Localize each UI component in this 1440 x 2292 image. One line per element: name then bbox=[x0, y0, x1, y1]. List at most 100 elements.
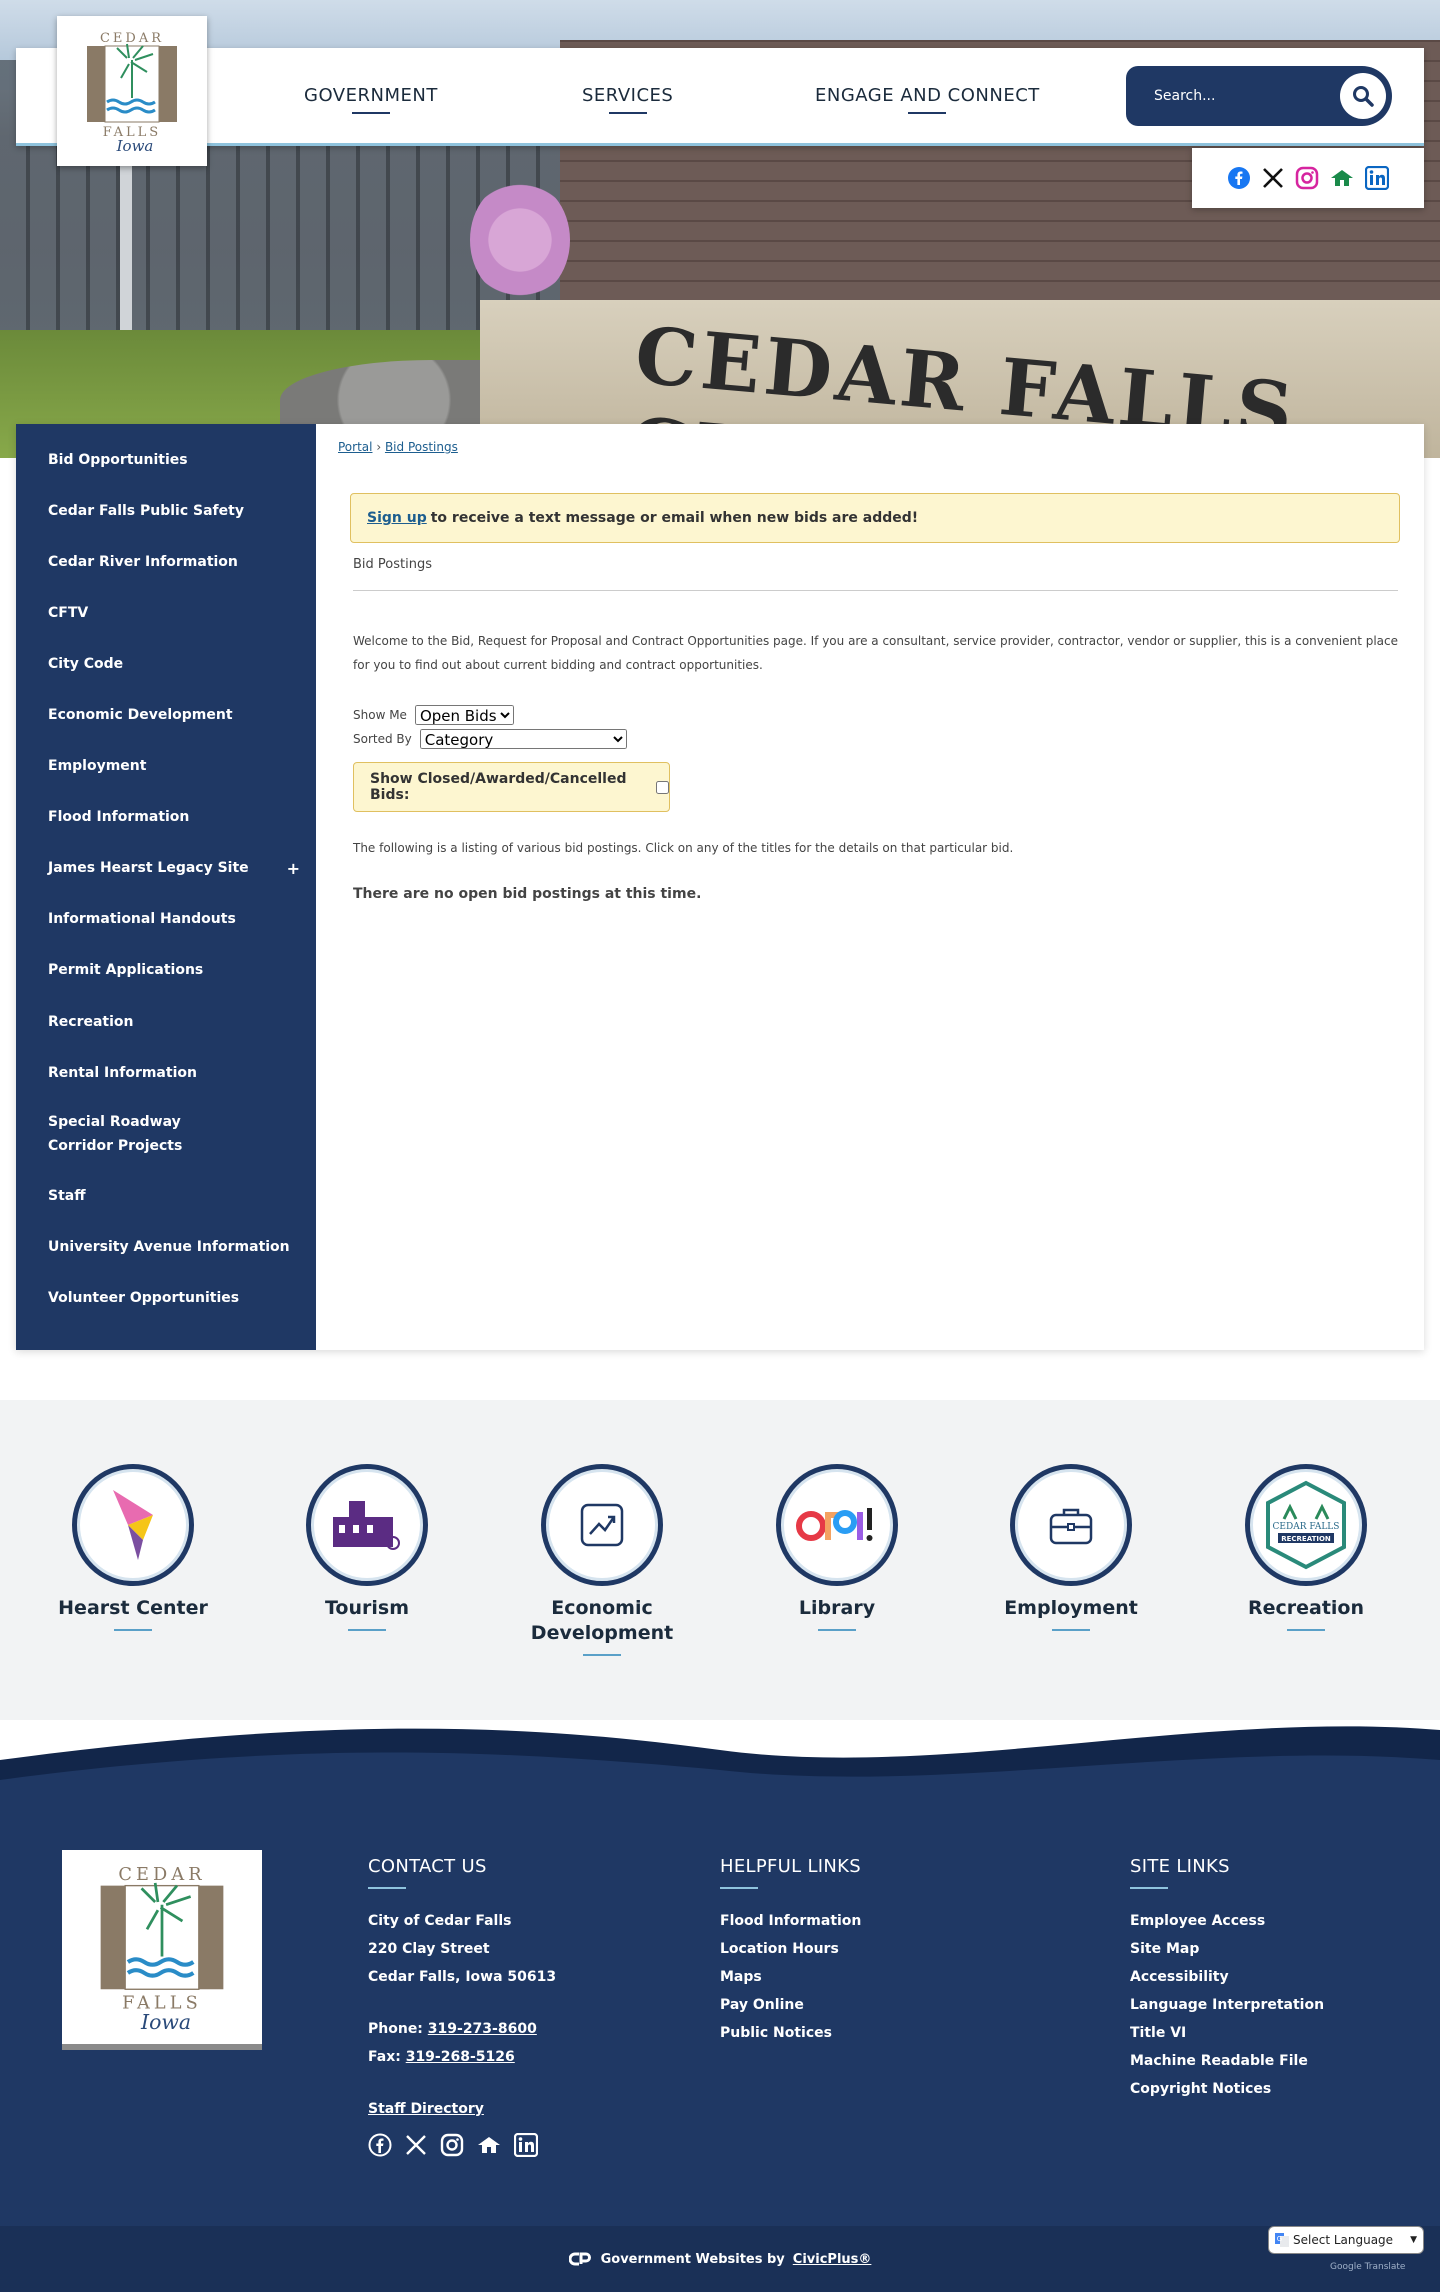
nav-government[interactable]: GOVERNMENT bbox=[304, 85, 438, 114]
sidebar-item-cftv[interactable]: CFTV bbox=[16, 587, 316, 638]
sidebar-item-label: Permit Applications bbox=[48, 962, 204, 979]
sidebar-item-staff[interactable]: Staff bbox=[16, 1170, 316, 1221]
svg-text:Iowa: Iowa bbox=[116, 137, 154, 154]
footer-heading-underline bbox=[368, 1887, 406, 1889]
footer-link-title-vi[interactable]: Title VI bbox=[1130, 2019, 1324, 2047]
footer-staff-directory: Staff Directory bbox=[368, 2095, 556, 2123]
quick-link-label: Employment bbox=[1004, 1597, 1138, 1619]
facebook-icon[interactable] bbox=[368, 2133, 392, 2157]
footer-fax-link[interactable]: 319-268-5126 bbox=[406, 2049, 515, 2065]
chevron-down-icon: ▼ bbox=[1410, 2235, 1417, 2245]
breadcrumb-portal-link[interactable]: Portal bbox=[338, 440, 372, 454]
footer-fax-label: Fax: bbox=[368, 2049, 401, 2065]
footer-phone-link[interactable]: 319-273-8600 bbox=[428, 2021, 537, 2037]
sidebar-item-label: Flood Information bbox=[48, 809, 190, 826]
site-logo[interactable]: CEDAR FALLS Iowa bbox=[57, 16, 207, 166]
signup-notice: Sign up to receive a text message or ema… bbox=[350, 493, 1400, 543]
sidebar-item-james-hearst[interactable]: James Hearst Legacy Site + bbox=[16, 843, 316, 894]
quick-link-underline bbox=[114, 1629, 152, 1631]
sidebar-item-informational-handouts[interactable]: Informational Handouts bbox=[16, 894, 316, 945]
instagram-icon[interactable] bbox=[440, 2133, 464, 2157]
nav-services[interactable]: SERVICES bbox=[582, 85, 673, 114]
footer-link-copyright-notices[interactable]: Copyright Notices bbox=[1130, 2075, 1324, 2103]
bottom-bar: Government Websites by CivicPlus® bbox=[0, 2226, 1440, 2292]
quick-link-tourism[interactable]: Tourism bbox=[262, 1464, 472, 1631]
civicplus-link[interactable]: CivicPlus® bbox=[793, 2252, 872, 2267]
search-button[interactable] bbox=[1340, 73, 1386, 119]
sidebar-item-cedar-river[interactable]: Cedar River Information bbox=[16, 536, 316, 587]
expand-toggle[interactable]: + bbox=[287, 859, 300, 878]
sidebar-item-label: City Code bbox=[48, 655, 124, 672]
sidebar-item-university-avenue[interactable]: University Avenue Information bbox=[16, 1221, 316, 1272]
signup-link[interactable]: Sign up bbox=[367, 510, 427, 526]
sidebar-item-label: Economic Development bbox=[48, 707, 233, 724]
sidebar-item-label: Bid Opportunities bbox=[48, 451, 188, 468]
economic-development-icon bbox=[541, 1464, 663, 1586]
x-icon[interactable] bbox=[404, 2133, 428, 2157]
sorted-by-select[interactable]: Category bbox=[419, 729, 627, 749]
footer-link-public-notices[interactable]: Public Notices bbox=[720, 2019, 861, 2047]
bid-postings-content: Portal › Bid Postings Sign up to receive… bbox=[338, 440, 1400, 902]
linkedin-icon[interactable] bbox=[1365, 166, 1389, 190]
linkedin-icon[interactable] bbox=[514, 2133, 538, 2157]
quick-link-library[interactable]: Library bbox=[732, 1464, 942, 1631]
sidebar-item-label: Rental Information bbox=[48, 1064, 197, 1081]
show-me-select[interactable]: Open Bids bbox=[414, 705, 514, 725]
nextdoor-icon[interactable] bbox=[476, 2133, 502, 2157]
sidebar-item-recreation[interactable]: Recreation bbox=[16, 996, 316, 1047]
sidebar-item-flood-information[interactable]: Flood Information bbox=[16, 792, 316, 843]
hero-tree bbox=[470, 180, 570, 300]
bottom-bar-text: Government Websites by bbox=[600, 2251, 785, 2267]
footer-link-employee-access[interactable]: Employee Access bbox=[1130, 1907, 1324, 1935]
sidebar-item-employment[interactable]: Employment bbox=[16, 741, 316, 792]
footer-link-pay-online[interactable]: Pay Online bbox=[720, 1991, 861, 2019]
sidebar-item-public-safety[interactable]: Cedar Falls Public Safety bbox=[16, 485, 316, 536]
nextdoor-icon[interactable] bbox=[1329, 166, 1355, 190]
language-select-label: Select Language bbox=[1293, 2233, 1394, 2247]
sidebar-item-label: Staff bbox=[48, 1187, 86, 1204]
footer-logo[interactable]: CEDAR FALLS Iowa bbox=[62, 1850, 262, 2050]
quick-link-hearst-center[interactable]: Hearst Center bbox=[28, 1464, 238, 1631]
show-me-label: Show Me bbox=[353, 708, 407, 722]
quick-link-recreation[interactable]: CEDAR FALLS RECREATION Recreation bbox=[1201, 1464, 1411, 1631]
closed-bids-checkbox[interactable] bbox=[656, 780, 669, 794]
quick-link-underline bbox=[348, 1629, 386, 1631]
nav-engage-and-connect[interactable]: ENGAGE AND CONNECT bbox=[815, 85, 1040, 114]
site-footer: CEDAR FALLS Iowa CONTACT US City of Ceda… bbox=[0, 1790, 1440, 2226]
hearst-center-icon bbox=[72, 1464, 194, 1586]
footer-fax: Fax: 319-268-5126 bbox=[368, 2043, 556, 2071]
facebook-icon[interactable] bbox=[1227, 166, 1251, 190]
breadcrumb-current-link[interactable]: Bid Postings bbox=[385, 440, 458, 454]
quick-link-label: Hearst Center bbox=[58, 1597, 208, 1619]
sidebar-item-label: Volunteer Opportunities bbox=[48, 1289, 240, 1306]
footer-link-accessibility[interactable]: Accessibility bbox=[1130, 1963, 1324, 1991]
footer-link-language-interpretation[interactable]: Language Interpretation bbox=[1130, 1991, 1324, 2019]
sidebar-item-bid-opportunities[interactable]: Bid Opportunities bbox=[16, 434, 316, 485]
sidebar-item-permit-applications[interactable]: Permit Applications bbox=[16, 945, 316, 996]
x-icon[interactable] bbox=[1261, 166, 1285, 190]
sidebar-item-economic-development[interactable]: Economic Development bbox=[16, 689, 316, 740]
language-select[interactable]: G Select Language ▼ bbox=[1268, 2226, 1424, 2254]
breadcrumb-separator: › bbox=[376, 440, 382, 454]
footer-link-location-hours[interactable]: Location Hours bbox=[720, 1935, 861, 1963]
intro-text: Welcome to the Bid, Request for Proposal… bbox=[353, 634, 1398, 672]
quick-link-economic-development[interactable]: Economic Development bbox=[497, 1464, 707, 1656]
staff-directory-link[interactable]: Staff Directory bbox=[368, 2101, 484, 2117]
footer-link-machine-readable-file[interactable]: Machine Readable File bbox=[1130, 2047, 1324, 2075]
sidebar-item-volunteer[interactable]: Volunteer Opportunities bbox=[16, 1272, 316, 1323]
search-input[interactable] bbox=[1154, 88, 1324, 104]
footer-heading-underline bbox=[1130, 1887, 1168, 1889]
quick-link-label: Tourism bbox=[324, 1597, 409, 1619]
sidebar-item-rental-information[interactable]: Rental Information bbox=[16, 1047, 316, 1098]
quick-links-section: Hearst Center Tourism Economic Developme… bbox=[0, 1400, 1440, 1720]
footer-link-site-map[interactable]: Site Map bbox=[1130, 1935, 1324, 1963]
closed-bids-label: Show Closed/Awarded/Cancelled Bids: bbox=[370, 771, 627, 803]
footer-site-heading: SITE LINKS bbox=[1130, 1856, 1230, 1877]
quick-link-employment[interactable]: Employment bbox=[966, 1464, 1176, 1631]
no-open-bids-message: There are no open bid postings at this t… bbox=[353, 886, 702, 902]
sidebar-item-city-code[interactable]: City Code bbox=[16, 638, 316, 689]
footer-link-maps[interactable]: Maps bbox=[720, 1963, 861, 1991]
footer-link-flood-information[interactable]: Flood Information bbox=[720, 1907, 861, 1935]
sidebar-item-special-roadway[interactable]: Special Roadway Corridor Projects bbox=[16, 1098, 316, 1170]
instagram-icon[interactable] bbox=[1295, 166, 1319, 190]
